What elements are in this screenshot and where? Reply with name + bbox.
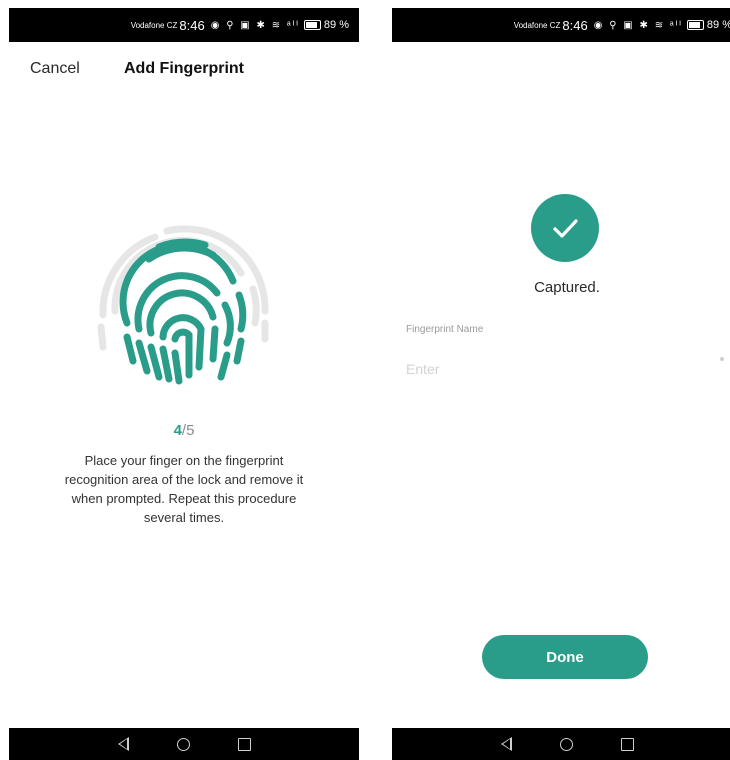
status-icons: ◉ ⚲ ▣ ✱ ≋ ᵃᴵᴵ [210, 19, 300, 31]
carrier-name: Vodafone CZ [513, 20, 561, 30]
battery-icon [686, 20, 704, 30]
system-nav-bar [392, 728, 730, 760]
fingerprint-icon [97, 225, 269, 385]
system-nav-bar [9, 728, 359, 760]
progress-total: 5 [186, 422, 195, 439]
cancel-button[interactable]: Cancel [30, 60, 80, 78]
success-badge [531, 194, 599, 262]
home-icon[interactable] [559, 737, 573, 751]
fingerprint-name-label: Fingerprint Name [406, 324, 484, 335]
status-bar: Vodafone CZ 8:46 ◉ ⚲ ▣ ✱ ≋ ᵃᴵᴵ 89 % [9, 8, 359, 42]
instructions-text: Place your finger on the fingerprint rec… [64, 453, 304, 525]
clock: 8:46 [562, 17, 588, 33]
check-icon [553, 219, 578, 238]
recents-icon[interactable] [237, 737, 251, 751]
battery-percent: 89 % [706, 19, 730, 31]
carrier-name: Vodafone CZ [130, 20, 178, 30]
battery-percent: 89 % [323, 19, 349, 31]
back-icon[interactable] [500, 737, 512, 751]
enroll-screen: Vodafone CZ 8:46 ◉ ⚲ ▣ ✱ ≋ ᵃᴵᴵ 89 % Canc… [9, 8, 359, 760]
screen-header: Cancel Add Fingerprint [9, 60, 359, 84]
clear-indicator-icon [720, 357, 724, 361]
captured-screen: Vodafone CZ 8:46 ◉ ⚲ ▣ ✱ ≋ ᵃᴵᴵ 89 % Capt… [392, 8, 730, 760]
enroll-progress: 4/5 [9, 422, 359, 439]
done-button[interactable]: Done [482, 635, 648, 679]
captured-message: Captured. [534, 279, 600, 296]
recents-icon[interactable] [620, 737, 634, 751]
progress-current: 4 [173, 422, 182, 439]
battery-icon [303, 20, 321, 30]
status-icons: ◉ ⚲ ▣ ✱ ≋ ᵃᴵᴵ [593, 19, 683, 31]
clock: 8:46 [179, 17, 205, 33]
home-icon[interactable] [176, 737, 190, 751]
back-icon[interactable] [117, 737, 129, 751]
status-bar: Vodafone CZ 8:46 ◉ ⚲ ▣ ✱ ≋ ᵃᴵᴵ 89 % [392, 8, 730, 42]
fingerprint-name-input[interactable] [406, 361, 706, 377]
page-title: Add Fingerprint [124, 60, 244, 77]
